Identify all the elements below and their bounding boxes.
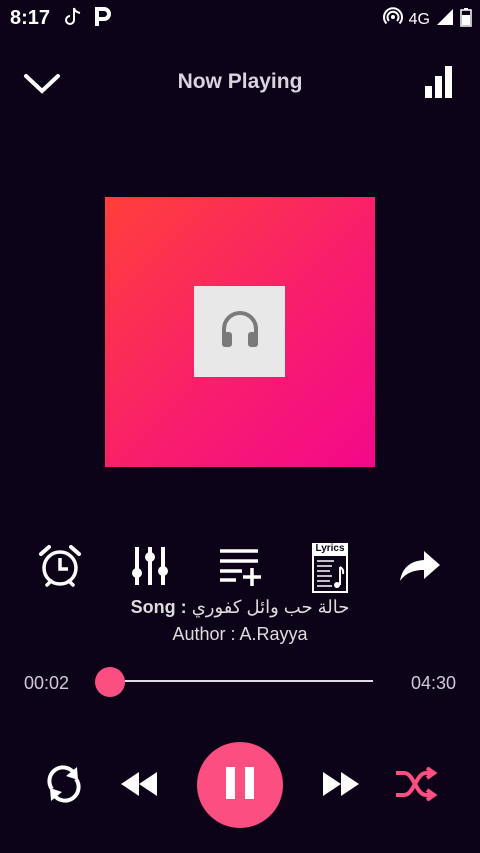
status-bar: 8:17 4G — [0, 0, 480, 36]
fast-forward-button[interactable] — [318, 766, 364, 806]
repeat-button[interactable] — [40, 762, 88, 810]
duration: 04:30 — [410, 673, 456, 693]
page-title: Now Playing — [177, 70, 303, 93]
shuffle-icon — [394, 765, 438, 806]
song-title: حالة حب وائل كفوري — [191, 597, 350, 617]
current-time: 00:02 — [24, 673, 70, 693]
add-to-playlist-button[interactable] — [215, 540, 265, 596]
song-line: Song : حالة حب وائل كفوري — [0, 597, 480, 618]
seek-thumb[interactable] — [94, 667, 125, 697]
fast-forward-icon — [321, 770, 361, 803]
battery-icon — [460, 7, 472, 32]
alarm-clock-icon — [37, 543, 83, 594]
rewind-icon — [119, 770, 159, 803]
equalizer-button[interactable] — [125, 540, 175, 596]
playback-controls — [0, 742, 480, 830]
author-line: Author : A.Rayya — [0, 624, 480, 645]
pause-icon — [225, 766, 255, 805]
queue-button[interactable] — [424, 64, 454, 100]
headphones-icon — [216, 305, 264, 358]
signal-icon — [436, 8, 454, 31]
song-prefix: Song : — [130, 597, 187, 617]
author-name: A.Rayya — [239, 624, 308, 644]
shuffle-button[interactable] — [392, 762, 440, 810]
p-app-icon — [94, 6, 112, 33]
repeat-icon — [43, 763, 85, 810]
status-time: 8:17 — [10, 7, 51, 29]
queue-bars-icon — [424, 66, 454, 104]
equalizer-icon — [129, 545, 171, 592]
share-icon — [398, 549, 442, 588]
album-placeholder — [194, 286, 285, 377]
album-art — [105, 197, 375, 467]
rewind-button[interactable] — [116, 766, 162, 806]
tiktok-icon — [64, 6, 82, 33]
add-to-playlist-icon — [218, 546, 262, 591]
sleep-timer-button[interactable] — [35, 540, 85, 596]
top-bar: Now Playing — [0, 52, 480, 112]
lyrics-icon: Lyrics — [310, 541, 350, 595]
network-type: 4G — [408, 10, 430, 28]
lyrics-label: Lyrics — [315, 543, 345, 554]
seek-bar[interactable] — [108, 680, 373, 682]
pause-button[interactable] — [197, 742, 283, 828]
share-button[interactable] — [395, 540, 445, 596]
hotspot-icon — [382, 7, 403, 32]
author-prefix: Author : — [172, 624, 236, 644]
tools-row: Lyrics — [0, 540, 480, 596]
lyrics-button[interactable]: Lyrics — [305, 540, 355, 596]
